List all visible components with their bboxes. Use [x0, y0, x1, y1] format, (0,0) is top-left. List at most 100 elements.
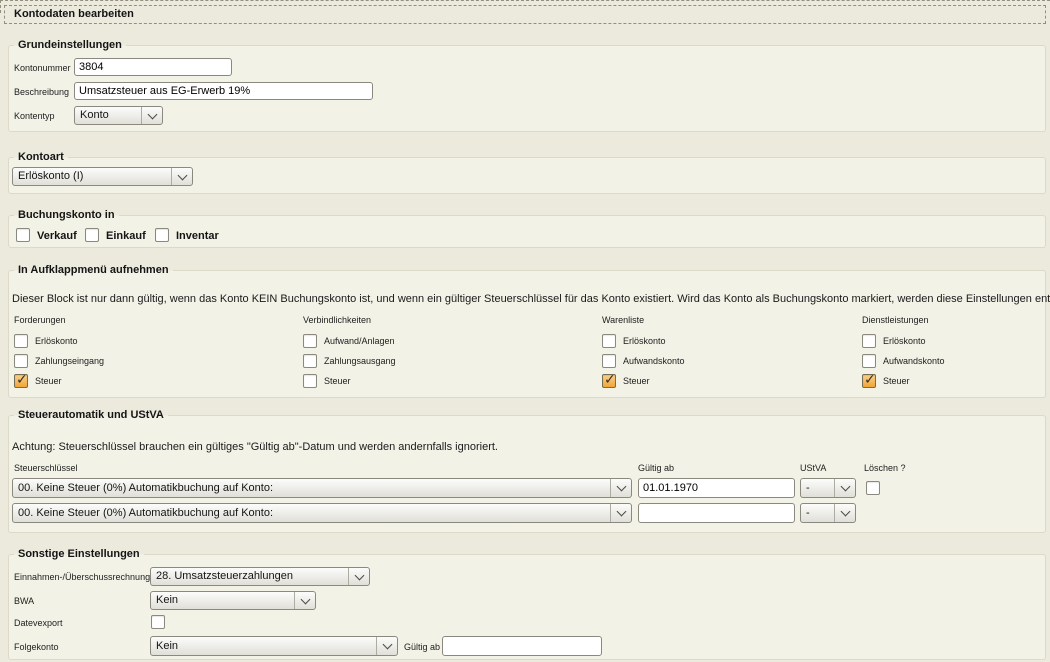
- checkbox-warenliste-erloeskonto[interactable]: [602, 334, 616, 348]
- verkauf-label: Verkauf: [37, 230, 77, 243]
- option-label: Aufwand/Anlagen: [324, 336, 395, 346]
- ustva-select-1-value: -: [801, 479, 834, 497]
- option-label: Aufwandskonto: [883, 356, 945, 366]
- section-steuerautomatik: Steuerautomatik und UStVA Achtung: Steue…: [8, 415, 1046, 533]
- euer-select-value: 28. Umsatzsteuerzahlungen: [151, 568, 348, 585]
- euer-label: Einnahmen-/Überschussrechnung: [14, 571, 150, 583]
- section-sonstige: Sonstige Einstellungen Einnahmen-/Übersc…: [8, 554, 1046, 660]
- datevexport-label: Datevexport: [14, 617, 63, 629]
- ustva-select-2[interactable]: -: [800, 503, 856, 523]
- kontonummer-input[interactable]: [74, 58, 232, 76]
- option-label: Erlöskonto: [35, 336, 78, 346]
- option-label: Steuer: [883, 376, 910, 386]
- kontoart-select[interactable]: Erlöskonto (I): [12, 167, 193, 186]
- gueltig-ab-header: Gültig ab: [638, 462, 674, 474]
- folgekonto-gueltig-ab-input[interactable]: [442, 636, 602, 656]
- inventar-label: Inventar: [176, 230, 219, 243]
- bwa-select-value: Kein: [151, 592, 294, 609]
- checkbox-dienstleistungen-aufwandskonto[interactable]: [862, 354, 876, 368]
- steuerschluessel-select-1-value: 00. Keine Steuer (0%) Automatikbuchung a…: [13, 479, 610, 497]
- option-label: Zahlungseingang: [35, 356, 104, 366]
- section-kontoart: Kontoart Erlöskonto (I): [8, 157, 1046, 194]
- option-label: Erlöskonto: [623, 336, 666, 346]
- ustva-header: UStVA: [800, 462, 826, 474]
- column-header: Warenliste: [602, 315, 685, 325]
- ustva-select-1[interactable]: -: [800, 478, 856, 498]
- einkauf-label: Einkauf: [106, 230, 146, 243]
- chevron-down-icon: [348, 568, 369, 585]
- loeschen-header: Löschen ?: [864, 462, 906, 474]
- chevron-down-icon: [610, 504, 631, 522]
- steuerschluessel-select-2[interactable]: 00. Keine Steuer (0%) Automatikbuchung a…: [12, 503, 632, 523]
- ustva-select-2-value: -: [801, 504, 834, 522]
- section-aufklappmenu: In Aufklappmenü aufnehmen Dieser Block i…: [8, 270, 1046, 398]
- section-legend: Buchungskonto in: [14, 209, 119, 222]
- folgekonto-gueltig-ab-label: Gültig ab: [404, 641, 440, 653]
- beschreibung-input[interactable]: [74, 82, 373, 100]
- steuerschluessel-header: Steuerschlüssel: [14, 462, 78, 474]
- column-verbindlichkeiten: Verbindlichkeiten Aufwand/Anlagen Zahlun…: [303, 315, 396, 391]
- aufklapp-note: Dieser Block ist nur dann gültig, wenn d…: [12, 292, 1050, 306]
- section-grundeinstellungen: Grundeinstellungen Kontonummer Beschreib…: [8, 45, 1046, 132]
- chevron-down-icon: [834, 479, 855, 497]
- page-title: Kontodaten bearbeiten: [4, 5, 1046, 24]
- section-legend: Grundeinstellungen: [14, 39, 126, 52]
- kontentyp-select-value: Konto: [75, 107, 141, 124]
- folgekonto-select[interactable]: Kein: [150, 636, 398, 656]
- kontentyp-label: Kontentyp: [14, 110, 55, 122]
- checkbox-dienstleistungen-erloeskonto[interactable]: [862, 334, 876, 348]
- chevron-down-icon: [171, 168, 192, 185]
- checkbox-warenliste-aufwandskonto[interactable]: [602, 354, 616, 368]
- option-label: Steuer: [623, 376, 650, 386]
- column-dienstleistungen: Dienstleistungen Erlöskonto Aufwandskont…: [862, 315, 945, 391]
- section-legend: In Aufklappmenü aufnehmen: [14, 264, 173, 277]
- bwa-label: BWA: [14, 595, 34, 607]
- kontonummer-label: Kontonummer: [14, 62, 71, 74]
- checkbox-verbindlichkeiten-zahlungsausgang[interactable]: [303, 354, 317, 368]
- section-legend: Steuerautomatik und UStVA: [14, 409, 168, 422]
- section-legend: Sonstige Einstellungen: [14, 548, 144, 561]
- steuerschluessel-select-2-value: 00. Keine Steuer (0%) Automatikbuchung a…: [13, 504, 610, 522]
- chevron-down-icon: [834, 504, 855, 522]
- option-label: Zahlungsausgang: [324, 356, 396, 366]
- option-label: Steuer: [35, 376, 62, 386]
- section-buchungskonto: Buchungskonto in Verkauf Einkauf Inventa…: [8, 215, 1046, 248]
- option-label: Aufwandskonto: [623, 356, 685, 366]
- section-legend: Kontoart: [14, 151, 68, 164]
- checkbox-forderungen-zahlungseingang[interactable]: [14, 354, 28, 368]
- checkbox-verkauf[interactable]: [16, 228, 30, 242]
- column-header: Verbindlichkeiten: [303, 315, 396, 325]
- column-header: Forderungen: [14, 315, 104, 325]
- chevron-down-icon: [610, 479, 631, 497]
- checkbox-verbindlichkeiten-steuer[interactable]: [303, 374, 317, 388]
- chevron-down-icon: [294, 592, 315, 609]
- option-label: Erlöskonto: [883, 336, 926, 346]
- checkbox-dienstleistungen-steuer[interactable]: [862, 374, 876, 388]
- checkbox-loeschen-1[interactable]: [866, 481, 880, 495]
- gueltig-ab-input-1[interactable]: [638, 478, 795, 498]
- folgekonto-select-value: Kein: [151, 637, 376, 655]
- checkbox-forderungen-erloeskonto[interactable]: [14, 334, 28, 348]
- steuer-warning: Achtung: Steuerschlüssel brauchen ein gü…: [12, 440, 498, 454]
- kontoart-select-value: Erlöskonto (I): [13, 168, 171, 185]
- folgekonto-label: Folgekonto: [14, 641, 59, 653]
- option-label: Steuer: [324, 376, 351, 386]
- checkbox-inventar[interactable]: [155, 228, 169, 242]
- checkbox-warenliste-steuer[interactable]: [602, 374, 616, 388]
- gueltig-ab-input-2[interactable]: [638, 503, 795, 523]
- chevron-down-icon: [376, 637, 397, 655]
- checkbox-forderungen-steuer[interactable]: [14, 374, 28, 388]
- steuerschluessel-select-1[interactable]: 00. Keine Steuer (0%) Automatikbuchung a…: [12, 478, 632, 498]
- bwa-select[interactable]: Kein: [150, 591, 316, 610]
- kontentyp-select[interactable]: Konto: [74, 106, 163, 125]
- column-forderungen: Forderungen Erlöskonto Zahlungseingang S…: [14, 315, 104, 391]
- checkbox-einkauf[interactable]: [85, 228, 99, 242]
- checkbox-datevexport[interactable]: [151, 615, 165, 629]
- beschreibung-label: Beschreibung: [14, 86, 69, 98]
- euer-select[interactable]: 28. Umsatzsteuerzahlungen: [150, 567, 370, 586]
- column-header: Dienstleistungen: [862, 315, 945, 325]
- checkbox-verbindlichkeiten-aufwand-anlagen[interactable]: [303, 334, 317, 348]
- column-warenliste: Warenliste Erlöskonto Aufwandskonto Steu…: [602, 315, 685, 391]
- outer-dashed-border: [0, 0, 1050, 1]
- outer-dashed-border-left: [0, 0, 1, 13]
